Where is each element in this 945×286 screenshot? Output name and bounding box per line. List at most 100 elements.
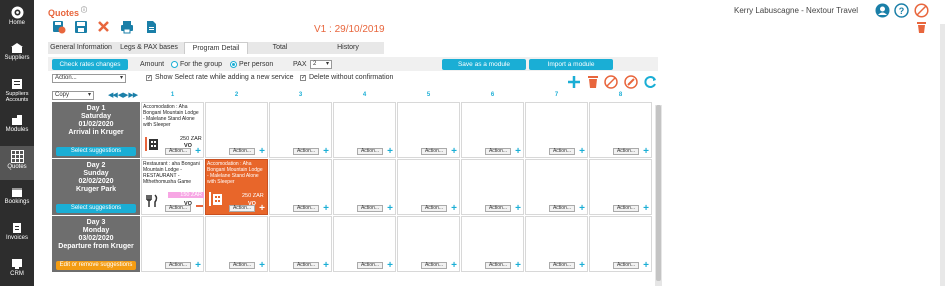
action-button[interactable]: Action... [421, 205, 447, 212]
action-button[interactable]: Action... [549, 148, 575, 155]
action-select[interactable]: Action... [52, 74, 126, 83]
program-slot[interactable]: Action... + [461, 159, 524, 215]
check-rates-button[interactable]: Check rates changes [52, 59, 128, 70]
sidebar-item-modules[interactable]: Modules [0, 114, 34, 133]
program-slot[interactable]: Action... + [141, 216, 204, 272]
action-button[interactable]: Action... [357, 148, 383, 155]
pax-select[interactable]: 2 [310, 60, 332, 69]
add-service-icon[interactable]: + [323, 204, 329, 214]
add-service-icon[interactable]: + [515, 204, 521, 214]
action-button[interactable]: Action... [357, 262, 383, 269]
action-button[interactable]: Action... [549, 205, 575, 212]
user-icon[interactable] [875, 3, 890, 18]
copy-select[interactable]: Copy [52, 91, 94, 100]
tab-legs-pax[interactable]: Legs & PAX bases [114, 42, 184, 54]
action-button[interactable]: Action... [293, 262, 319, 269]
select-suggestions-button[interactable]: Select suggestions [56, 204, 136, 213]
program-slot[interactable]: Action... + [205, 216, 268, 272]
program-slot[interactable]: Action... + [397, 216, 460, 272]
select-suggestions-button[interactable]: Select suggestions [56, 147, 136, 156]
action-button[interactable]: Action... [293, 205, 319, 212]
program-slot[interactable]: Action... + [269, 102, 332, 158]
block-icon[interactable] [604, 75, 618, 89]
show-select-rate-checkbox[interactable]: ✓ [146, 75, 152, 81]
cancel-icon[interactable] [914, 3, 929, 18]
info-icon[interactable]: ⓘ [81, 8, 87, 14]
sidebar-item-crm[interactable]: CRM [0, 258, 34, 277]
action-button[interactable]: Action... [485, 148, 511, 155]
tab-total[interactable]: Total [248, 42, 312, 54]
import-module-button[interactable]: Import a module [529, 59, 613, 70]
program-slot[interactable]: Action... + [269, 216, 332, 272]
add-service-icon[interactable]: + [451, 204, 457, 214]
program-slot[interactable]: Action... + [461, 102, 524, 158]
save-icon[interactable] [74, 20, 88, 34]
add-service-icon[interactable]: + [579, 261, 585, 271]
close-icon[interactable] [97, 20, 110, 33]
disable-link-icon[interactable] [624, 75, 638, 89]
action-button[interactable]: Action... [613, 205, 639, 212]
delete-icon[interactable] [587, 75, 599, 89]
add-service-icon[interactable]: + [643, 204, 649, 214]
add-service-icon[interactable]: + [195, 261, 201, 271]
program-slot[interactable]: Action... + [333, 216, 396, 272]
add-service-icon[interactable]: + [259, 204, 265, 214]
program-slot[interactable]: Action... + [397, 102, 460, 158]
program-slot[interactable]: Action... + [333, 102, 396, 158]
trash-icon[interactable] [916, 21, 927, 33]
sidebar-item-invoices[interactable]: Invoices [0, 222, 34, 241]
for-group-radio[interactable] [171, 61, 178, 68]
add-service-icon[interactable]: + [323, 147, 329, 157]
print-icon[interactable] [120, 20, 134, 34]
add-service-icon[interactable]: + [387, 204, 393, 214]
sidebar-item-bookings[interactable]: Bookings [0, 186, 34, 205]
program-slot[interactable]: Action... + [525, 102, 588, 158]
program-slot[interactable]: Action... + [461, 216, 524, 272]
add-service-icon[interactable]: + [195, 147, 201, 157]
action-button[interactable]: Action... [549, 262, 575, 269]
add-service-icon[interactable]: + [643, 147, 649, 157]
add-service-icon[interactable]: + [451, 261, 457, 271]
add-service-icon[interactable]: + [643, 261, 649, 271]
action-button[interactable]: Action... [229, 148, 255, 155]
sidebar-item-suppliers[interactable]: Suppliers [0, 42, 34, 61]
sidebar-item-quotes[interactable]: Quotes [0, 146, 34, 180]
add-service-icon[interactable]: + [387, 261, 393, 271]
program-slot[interactable]: Action... + [525, 216, 588, 272]
save-module-button[interactable]: Save as a module [442, 59, 526, 70]
refresh-icon[interactable] [643, 75, 658, 89]
program-slot[interactable]: Action... + [269, 159, 332, 215]
document-icon[interactable] [145, 20, 158, 34]
help-icon[interactable]: ? [894, 3, 909, 18]
delete-without-confirm-checkbox[interactable]: ✓ [300, 75, 306, 81]
vertical-scrollbar[interactable] [655, 105, 662, 286]
action-button[interactable]: Action... [293, 148, 319, 155]
remove-icon[interactable] [196, 205, 203, 207]
add-service-icon[interactable]: + [579, 204, 585, 214]
sidebar-item-home[interactable]: Home [0, 6, 34, 26]
tab-general-information[interactable]: General Information [48, 42, 114, 54]
add-icon[interactable] [567, 75, 581, 89]
scrollbar-thumb[interactable] [656, 105, 661, 281]
action-button[interactable]: Action... [165, 148, 191, 155]
tab-history[interactable]: History [312, 42, 384, 54]
add-service-icon[interactable]: + [259, 147, 265, 157]
action-button[interactable]: Action... [421, 262, 447, 269]
program-slot[interactable]: Action... + [589, 102, 652, 158]
action-button[interactable]: Action... [421, 148, 447, 155]
program-slot[interactable]: Action... + [589, 159, 652, 215]
add-service-icon[interactable]: + [387, 147, 393, 157]
program-slot[interactable]: Action... + [397, 159, 460, 215]
add-service-icon[interactable]: + [579, 147, 585, 157]
program-slot[interactable]: Action... + [525, 159, 588, 215]
action-button[interactable]: Action... [613, 262, 639, 269]
tab-program-detail[interactable]: Program Detail [184, 42, 248, 54]
add-service-icon[interactable]: + [515, 261, 521, 271]
action-button[interactable]: Action... [357, 205, 383, 212]
action-button[interactable]: Action... [485, 262, 511, 269]
action-button[interactable]: Action... [165, 262, 191, 269]
save-send-icon[interactable] [52, 20, 66, 34]
add-service-icon[interactable]: + [451, 147, 457, 157]
add-service-icon[interactable]: + [323, 261, 329, 271]
add-service-icon[interactable]: + [259, 261, 265, 271]
